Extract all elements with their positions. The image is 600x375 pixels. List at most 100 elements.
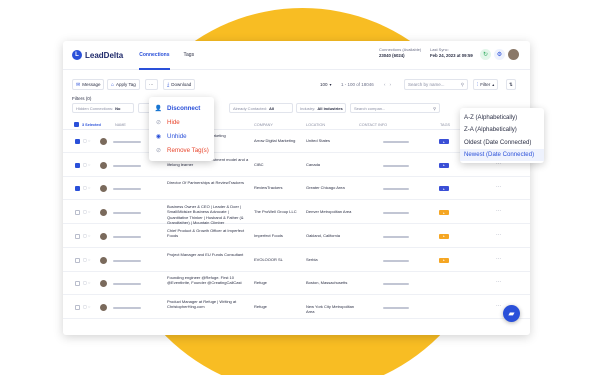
tab-connections[interactable]: Connections bbox=[139, 41, 170, 70]
tag-badge[interactable]: ▸ bbox=[439, 186, 449, 192]
row-checkbox[interactable] bbox=[75, 162, 80, 168]
connections-label: Connections (Available) bbox=[379, 47, 422, 52]
avatar[interactable] bbox=[100, 256, 107, 264]
contact-location: Denver Metropolitan Area bbox=[306, 209, 352, 215]
tab-tags[interactable]: Tags bbox=[184, 41, 195, 70]
sort-button[interactable]: ⇅ bbox=[506, 79, 516, 90]
already-contacted-select[interactable]: Already Contacted: All bbox=[229, 103, 293, 113]
connections-stat: Connections (Available) 23040 (6024) bbox=[379, 47, 421, 59]
row-more-icon[interactable]: ··· bbox=[496, 184, 501, 190]
menu-item-disconnect[interactable]: 👤 Disconnect bbox=[149, 101, 214, 115]
pagination-arrows[interactable]: ‹ › bbox=[381, 79, 394, 90]
menu-item-unhide[interactable]: ◉ Unhide bbox=[149, 129, 214, 143]
download-button[interactable]: ⤓ Download bbox=[163, 79, 196, 90]
sort-option-a-z[interactable]: A-Z (Alphabetically) bbox=[460, 111, 544, 124]
contact-name[interactable] bbox=[113, 188, 141, 191]
industry-select[interactable]: Industry: All industries bbox=[296, 103, 346, 113]
chat-bubble-button[interactable]: ▰ bbox=[503, 305, 520, 322]
column-header-company[interactable]: COMPANY bbox=[254, 123, 273, 127]
tag-badge[interactable]: ▸ bbox=[439, 139, 449, 144]
avatar[interactable] bbox=[100, 185, 107, 193]
column-header-contact-info[interactable]: CONTACT INFO bbox=[359, 123, 387, 127]
avatar[interactable] bbox=[100, 303, 107, 311]
tag-badge[interactable]: ▸ bbox=[439, 162, 449, 168]
contact-email[interactable] bbox=[383, 259, 409, 262]
avatar[interactable] bbox=[100, 232, 107, 240]
bulk-actions-menu: 👤 Disconnect ⊘ Hide ◉ Unhide ⊘ Remove Ta… bbox=[149, 97, 214, 161]
contact-name[interactable] bbox=[113, 283, 141, 286]
tag-badge[interactable]: ▸ bbox=[439, 233, 449, 239]
table-row[interactable]: ▢ ◌ Product Manager at Refuge | Writing a… bbox=[63, 296, 530, 319]
row-more-icon[interactable]: ··· bbox=[496, 232, 501, 238]
message-button[interactable]: ✉ Message bbox=[72, 79, 105, 90]
prev-page-icon[interactable]: ‹ bbox=[384, 82, 386, 87]
row-action-icons[interactable]: ▢ ◌ bbox=[83, 257, 90, 262]
menu-item-hide[interactable]: ⊘ Hide bbox=[149, 115, 214, 129]
table-row[interactable]: ▢ ◌ Project Manager and EU Funds Consulta… bbox=[63, 249, 530, 272]
row-action-icons[interactable]: ▢ ◌ bbox=[83, 304, 90, 309]
avatar[interactable] bbox=[100, 209, 107, 217]
table-row[interactable]: ▢ ◌ Founding engineer @Refuge. First 10 @… bbox=[63, 272, 530, 296]
refresh-icon[interactable]: ↻ bbox=[480, 49, 491, 60]
row-checkbox[interactable] bbox=[75, 210, 80, 216]
menu-item-remove-tags[interactable]: ⊘ Remove Tag(s) bbox=[149, 143, 214, 157]
search-input[interactable]: Search by name... ⚲ bbox=[404, 79, 468, 90]
page-size-select[interactable]: 100 ▾ bbox=[317, 79, 335, 90]
contact-email[interactable] bbox=[383, 141, 409, 143]
avatar[interactable] bbox=[100, 280, 107, 288]
contact-email[interactable] bbox=[383, 188, 409, 191]
contact-email[interactable] bbox=[383, 235, 409, 238]
contact-email[interactable] bbox=[383, 306, 409, 309]
row-action-icons[interactable]: ▢ ◌ bbox=[83, 162, 90, 167]
contact-name[interactable] bbox=[113, 141, 141, 143]
row-checkbox[interactable] bbox=[75, 257, 80, 263]
column-header-name[interactable]: NAME bbox=[115, 123, 126, 127]
settings-icon[interactable]: ⚙ bbox=[494, 49, 505, 60]
sort-option-z-a[interactable]: Z-A (Alphabetically) bbox=[460, 124, 544, 137]
table-row[interactable]: ▢ ◌ Chief Product & Growth Officer at Imp… bbox=[63, 225, 530, 248]
company-search-input[interactable]: Search compan... ⚲ bbox=[350, 103, 440, 113]
row-action-icons[interactable]: ▢ ◌ bbox=[83, 138, 90, 143]
next-page-icon[interactable]: › bbox=[390, 82, 392, 87]
contact-name[interactable] bbox=[113, 212, 141, 215]
contact-name[interactable] bbox=[113, 164, 141, 167]
row-checkbox[interactable] bbox=[75, 186, 80, 192]
row-more-icon[interactable]: ··· bbox=[496, 279, 501, 285]
hidden-connections-select[interactable]: Hidden Connections: No bbox=[72, 103, 134, 113]
contact-name[interactable] bbox=[113, 235, 141, 238]
contact-company: EVOLOOOR SL bbox=[254, 256, 283, 262]
more-actions-button[interactable]: ··· bbox=[145, 79, 158, 90]
row-checkbox[interactable] bbox=[75, 304, 80, 310]
row-more-icon[interactable]: ··· bbox=[496, 303, 501, 309]
row-more-icon[interactable]: ··· bbox=[496, 256, 501, 262]
contact-email[interactable] bbox=[383, 212, 409, 215]
column-header-tags[interactable]: TAGS bbox=[440, 123, 450, 127]
contact-name[interactable] bbox=[113, 259, 141, 262]
tag-badge[interactable]: ▸ bbox=[439, 210, 449, 216]
tag-badge[interactable]: ▸ bbox=[439, 257, 449, 263]
avatar[interactable] bbox=[508, 49, 519, 60]
sort-option-newest[interactable]: Newest (Date Connected) bbox=[460, 148, 544, 161]
avatar[interactable] bbox=[100, 138, 107, 145]
filter-button[interactable]: ⫶ Filter ▴ bbox=[473, 79, 499, 90]
column-header-location[interactable]: LOCATION bbox=[306, 123, 325, 127]
sort-option-oldest[interactable]: Oldest (Date Connected) bbox=[460, 136, 544, 149]
logo[interactable]: L LeadDelta bbox=[72, 50, 123, 60]
row-checkbox[interactable] bbox=[75, 233, 80, 239]
row-action-icons[interactable]: ▢ ◌ bbox=[83, 233, 90, 238]
select-all-checkbox[interactable] bbox=[74, 122, 79, 127]
contact-company: Refuge bbox=[254, 303, 267, 309]
row-checkbox[interactable] bbox=[75, 281, 80, 287]
contact-name[interactable] bbox=[113, 306, 141, 309]
avatar[interactable] bbox=[100, 161, 107, 169]
row-action-icons[interactable]: ▢ ◌ bbox=[83, 209, 90, 214]
table-row[interactable]: ▢ ◌ Business Owner & CEO | Leader & Doer … bbox=[63, 201, 530, 225]
row-action-icons[interactable]: ▢ ◌ bbox=[83, 280, 90, 285]
row-checkbox[interactable] bbox=[75, 139, 80, 144]
contact-email[interactable] bbox=[383, 283, 409, 286]
row-more-icon[interactable]: ··· bbox=[496, 208, 501, 214]
apply-tag-button[interactable]: ⌂ Apply Tag bbox=[107, 79, 140, 90]
table-row[interactable]: ▢ ◌ Director Of Partnerships at ReviewTra… bbox=[63, 177, 530, 201]
contact-email[interactable] bbox=[383, 164, 409, 167]
row-action-icons[interactable]: ▢ ◌ bbox=[83, 185, 90, 190]
